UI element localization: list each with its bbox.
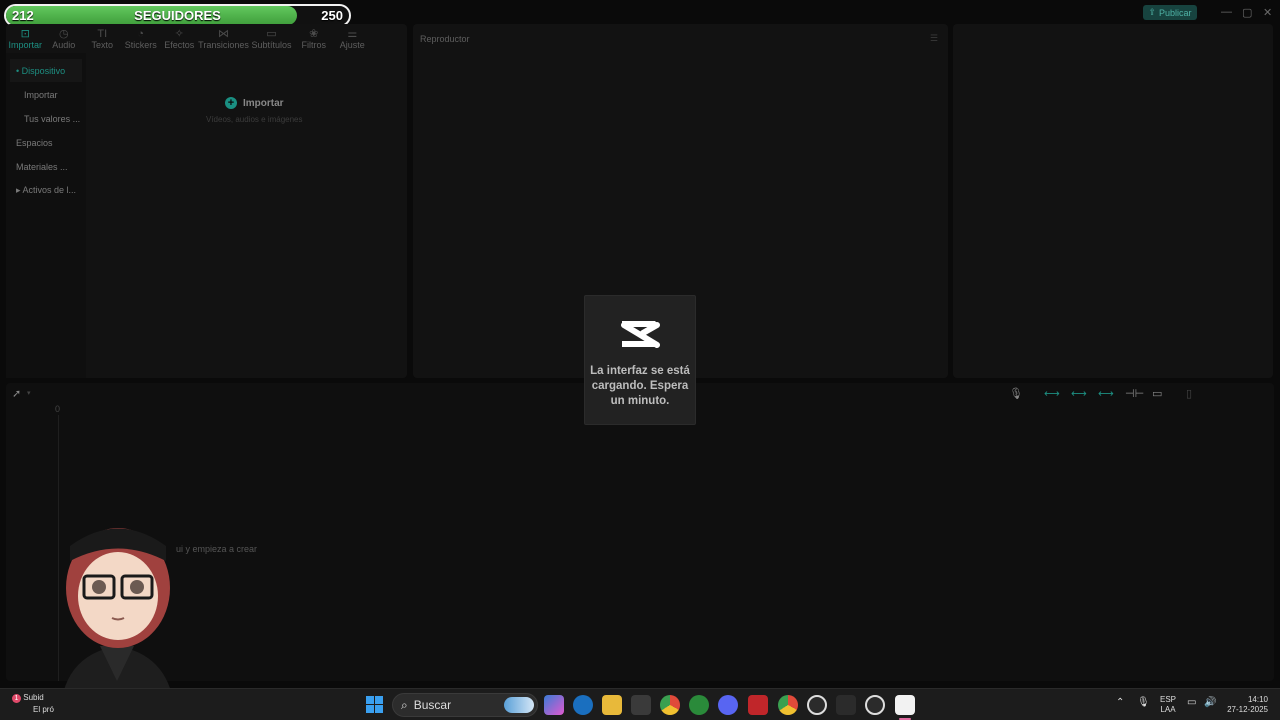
tool-label: Efectos [164, 40, 195, 50]
chevron-up-icon[interactable]: ⌃ [1116, 697, 1124, 708]
capcut-taskbar-icon[interactable] [895, 695, 915, 720]
tool-label: Texto [91, 40, 113, 50]
timeline-panel: ➚ ▾ 🎙 ⟷ ⟷ ⟷ ⊣⊢ ▭ ▯ 0 ui y empieza a crea… [6, 383, 1274, 681]
xbox-icon[interactable] [689, 695, 709, 715]
taskbar-notification[interactable]: 1 Subid El pró [12, 692, 54, 716]
tool-texto[interactable]: TI Texto [83, 24, 122, 53]
tool-stickers[interactable]: ◔ Stickers [122, 24, 161, 53]
followers-goal: 250 [321, 8, 343, 23]
obs-icon[interactable] [807, 695, 827, 715]
tool-transiciones[interactable]: ⋈ Transiciones [198, 24, 249, 53]
clock-time: 14:10 [1247, 695, 1268, 704]
media-player-icon[interactable] [865, 695, 885, 715]
tool-label: Importar [8, 40, 42, 50]
chrome-icon[interactable] [660, 695, 680, 715]
language-top: ESP [1160, 695, 1177, 704]
chrome-profile-icon[interactable] [778, 695, 798, 715]
import-hint: Vídeos, audios e imágenes [206, 115, 303, 124]
sidebar-item-tus-valores[interactable]: Tus valores ... [10, 107, 82, 130]
network-icon[interactable]: ▭ [1187, 697, 1196, 708]
taskbar-search[interactable]: ⌕ Buscar [392, 693, 538, 717]
menu-icon[interactable]: ☰ [930, 33, 938, 44]
tool-label: Audio [52, 40, 76, 50]
maximize-button[interactable]: ▢ [1242, 6, 1252, 19]
clock[interactable]: 14:10 27-12-2025 [1227, 695, 1268, 715]
tool-label: Stickers [124, 40, 157, 50]
link-icon[interactable]: ⟷ [1044, 387, 1060, 400]
zoom-icon[interactable]: ▯ [1186, 387, 1192, 400]
sidebar-item-dispositivo[interactable]: • Dispositivo [10, 59, 82, 82]
followers-title: SEGUIDORES [134, 8, 221, 23]
copilot-icon[interactable] [544, 695, 564, 715]
tool-label: Transiciones [198, 40, 249, 50]
edge-icon[interactable] [573, 695, 593, 715]
publish-label: Publicar [1159, 7, 1192, 18]
search-icon: ⌕ [401, 697, 408, 712]
upload-icon: ⇪ [1148, 7, 1157, 17]
sidebar-item-espacios[interactable]: Espacios [10, 131, 82, 154]
sticker-icon: ◔ [137, 28, 145, 40]
sidebar-item-activos[interactable]: ▸ Activos de l... [10, 179, 82, 202]
filters-icon: ❀ [309, 28, 319, 40]
sidebar-item-importar[interactable]: Importar [10, 83, 82, 106]
media-panel: ⊡ Importar ◷ Audio TI Texto ◔ Stickers ✧… [6, 24, 407, 378]
media-toolbar: ⊡ Importar ◷ Audio TI Texto ◔ Stickers ✧… [6, 24, 407, 53]
notification-subtitle: El pró [33, 705, 54, 714]
snap-icon[interactable]: ⟷ [1098, 387, 1114, 400]
tool-filtros[interactable]: ❀ Filtros [295, 24, 334, 53]
split-icon[interactable]: ⊣⊢ [1125, 387, 1144, 400]
volume-icon[interactable]: 🔊 [1204, 697, 1216, 708]
capcut-logo-icon [621, 321, 660, 348]
chevron-down-icon[interactable]: ▾ [27, 389, 31, 397]
valorant-icon[interactable] [836, 695, 856, 715]
discord-icon[interactable] [718, 695, 738, 715]
tool-audio[interactable]: ◷ Audio [45, 24, 84, 53]
loading-dialog: La interfaz se está cargando. Espera un … [584, 295, 696, 425]
file-explorer-icon[interactable] [602, 695, 622, 715]
tool-ajuste[interactable]: ⚌ Ajuste [333, 24, 372, 53]
minimize-button[interactable]: — [1221, 6, 1232, 18]
notification-badge: 1 [12, 694, 21, 703]
tool-efectos[interactable]: ✧ Efectos [160, 24, 199, 53]
clock-date: 27-12-2025 [1227, 705, 1268, 714]
voicemeeter-icon[interactable] [748, 695, 768, 715]
loading-message: La interfaz se está cargando. Espera un … [590, 365, 690, 407]
language-bottom: LAA [1160, 705, 1176, 714]
microphone-tray-icon[interactable]: 🎙 [1137, 697, 1150, 708]
notification-title: Subid [23, 693, 44, 702]
tool-label: Filtros [301, 40, 327, 50]
player-title: Reproductor [420, 34, 470, 44]
tool-subtitulos[interactable]: ▭ Subtítulos [249, 24, 295, 53]
captions-icon: ▭ [266, 28, 277, 40]
adjust-icon: ⚌ [347, 28, 358, 40]
store-icon[interactable] [631, 695, 651, 715]
import-area[interactable]: + Importar Vídeos, audios e imágenes [206, 97, 303, 124]
text-icon: TI [97, 28, 108, 40]
taskbar: 1 Subid El pró ⌕ Buscar ⌃ 🎙 ESP LAA ▭ 🔊 … [0, 688, 1280, 720]
tool-label: Ajuste [339, 40, 365, 50]
properties-panel [953, 24, 1273, 378]
windows-start-icon[interactable] [366, 696, 383, 713]
plus-icon: + [224, 97, 237, 109]
import-button[interactable]: + Importar [224, 97, 284, 109]
cursor-icon[interactable]: ➚ [12, 387, 21, 400]
tool-importar[interactable]: ⊡ Importar [6, 24, 45, 53]
import-label: Importar [242, 97, 284, 109]
tool-label: Subtítulos [251, 40, 292, 50]
search-highlight-image [504, 697, 534, 713]
transitions-icon: ⋈ [218, 28, 229, 40]
media-sidebar: • Dispositivo Importar Tus valores ... E… [6, 53, 86, 378]
preview-icon[interactable]: ▭ [1152, 387, 1162, 400]
microphone-icon[interactable]: 🎙 [1009, 387, 1023, 400]
import-icon: ⊡ [20, 28, 30, 40]
effects-icon: ✧ [174, 28, 184, 40]
publish-button[interactable]: ⇪ Publicar [1143, 5, 1197, 20]
magnet-icon[interactable]: ⟷ [1071, 387, 1087, 400]
close-button[interactable]: ✕ [1263, 6, 1272, 19]
language-indicator[interactable]: ESP LAA [1160, 695, 1176, 715]
audio-icon: ◷ [58, 28, 69, 40]
timeline-start-marker: 0 [55, 404, 61, 414]
sidebar-item-materiales[interactable]: Materiales ... [10, 155, 82, 178]
search-placeholder: Buscar [413, 698, 452, 712]
